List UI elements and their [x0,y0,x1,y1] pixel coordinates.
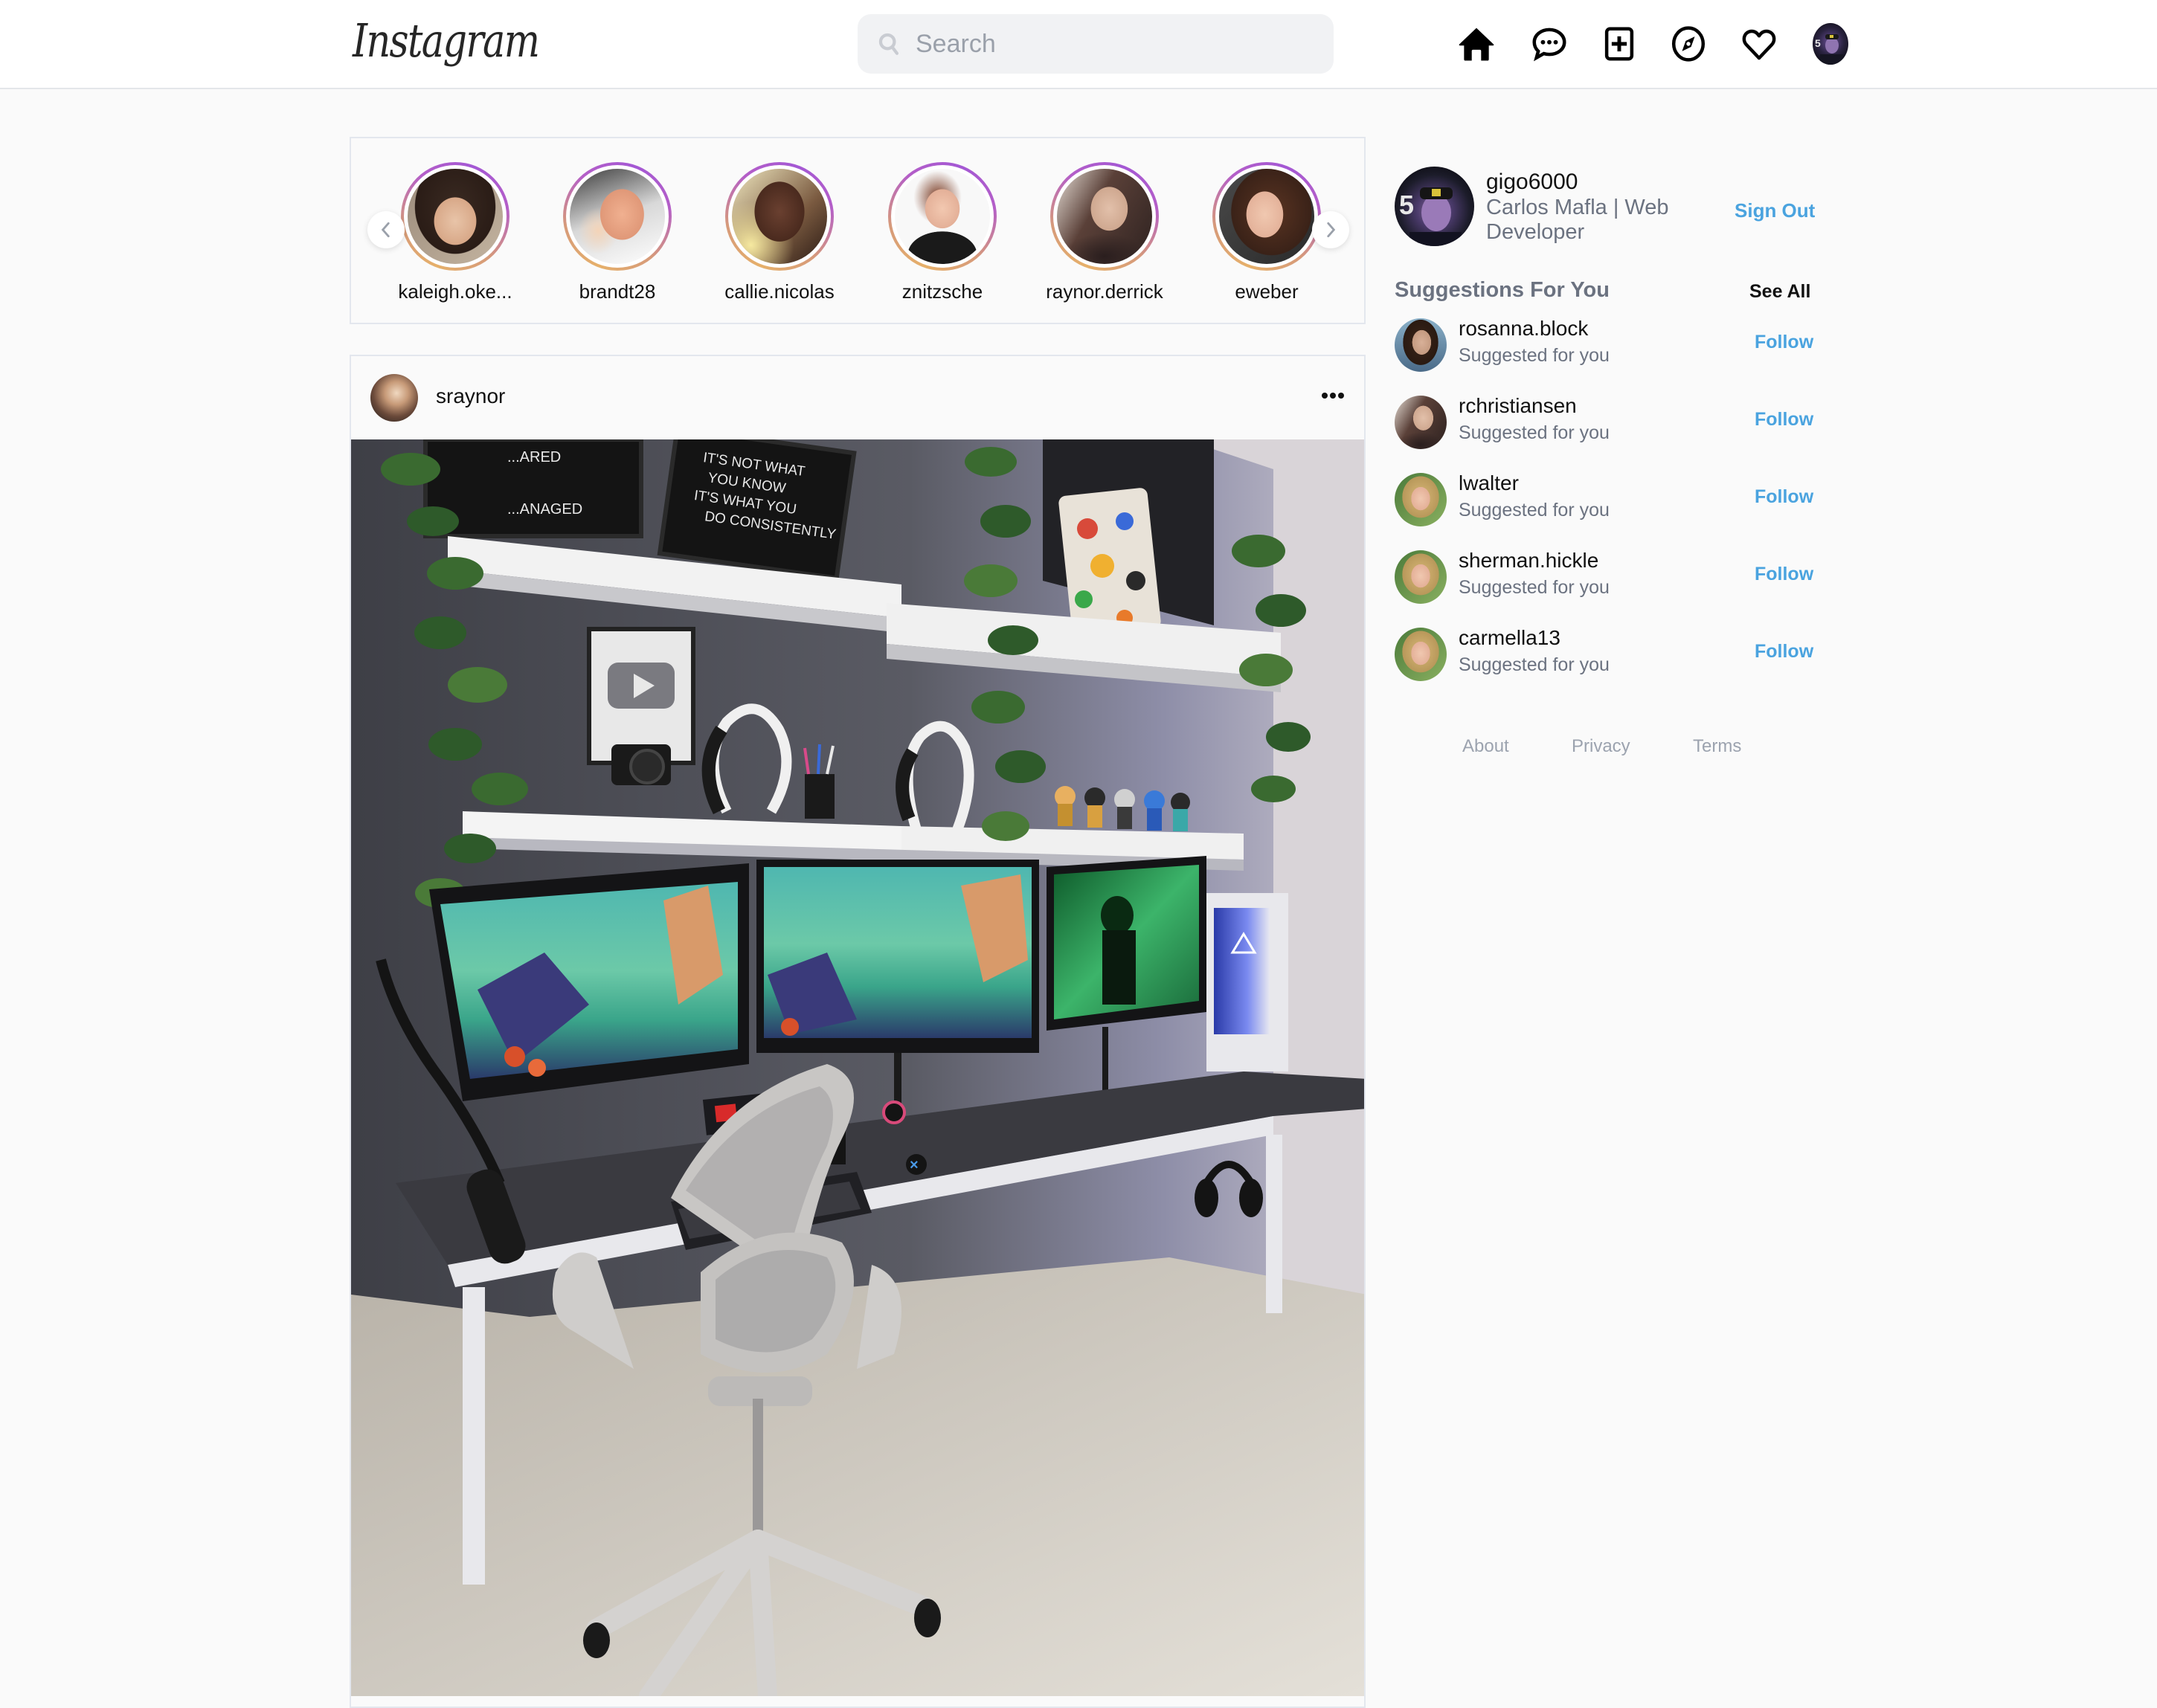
suggestion-avatar[interactable] [1395,396,1447,449]
story-avatar [732,169,827,264]
heart-icon [1742,29,1776,60]
footer-link-privacy[interactable]: Privacy [1572,736,1630,757]
chevron-left-icon [381,222,390,238]
explore-button[interactable] [1668,24,1708,64]
current-user-username[interactable]: gigo6000 [1486,170,1578,195]
suggestion-subtitle: Suggested for you [1459,345,1610,366]
pen-holder [805,774,835,819]
floor [351,1257,1364,1696]
footer-link-about[interactable]: About [1462,736,1509,757]
svg-text:5: 5 [1399,190,1414,220]
story-item[interactable]: brandt28 [543,162,692,303]
top-navbar: Instagram Search 5 [0,0,2157,89]
story-ring [1212,162,1321,271]
profile-avatar[interactable]: 5 [1813,23,1848,65]
current-user-bio: Carlos Mafla | Web Developer [1486,196,1669,244]
story-ring [401,162,509,271]
suggestion-item: rosanna.block Suggested for you Follow [1395,317,1830,376]
suggestions-heading: Suggestions For You [1395,278,1610,302]
messenger-icon [1532,28,1566,62]
activity-button[interactable] [1739,24,1779,64]
suggestion-username[interactable]: rchristiansen [1459,394,1577,418]
story-ring [1050,162,1159,271]
story-username: kaleigh.oke... [398,280,512,303]
suggestion-username[interactable]: carmella13 [1459,626,1560,650]
story-ring [563,162,672,271]
suggestion-avatar[interactable] [1395,318,1447,372]
avatar-image-icon: 5 [1815,34,1844,65]
story-item[interactable]: raynor.derrick [1030,162,1179,303]
follow-button[interactable]: Follow [1755,641,1813,663]
chevron-right-icon [1327,222,1336,238]
compass-icon [1671,26,1706,62]
suggestion-subtitle: Suggested for you [1459,577,1610,598]
story-item[interactable]: callie.nicolas [705,162,854,303]
search-input[interactable] [916,14,1317,74]
right-sidebar: 5 gigo6000 Carlos Mafla | Web Developer … [1383,149,1830,818]
post-author-username[interactable]: sraynor [436,384,505,408]
svg-text:5: 5 [1815,37,1821,49]
more-horizontal-icon[interactable] [1318,384,1348,407]
see-all-link[interactable]: See All [1749,281,1810,303]
desk-leg [463,1287,485,1585]
desk-leg [1266,1135,1282,1313]
monitor-left [429,863,749,1101]
post-image[interactable]: ...ARED ...ANAGED IT'S NOT WHAT YOU KNOW… [351,439,1364,1696]
story-username: callie.nicolas [724,280,835,303]
suggestion-item: lwalter Suggested for you Follow [1395,471,1830,531]
suggestion-item: sherman.hickle Suggested for you Follow [1395,549,1830,608]
story-ring [888,162,997,271]
story-item[interactable]: znitzsche [868,162,1017,303]
stories-prev-button[interactable] [367,211,405,248]
messages-button[interactable] [1529,24,1569,64]
story-username: brandt28 [579,280,656,303]
search-icon [878,33,899,55]
plus-square-icon [1604,27,1634,61]
story-avatar [1057,169,1152,264]
post-header: sraynor [351,356,1364,439]
avatar-image-icon: 5 [1399,187,1462,246]
story-username: eweber [1235,280,1299,303]
pc-tower [1206,893,1288,1071]
stories-tray: kaleigh.oke... brandt28 callie.nicolas z… [350,137,1366,324]
stories-next-button[interactable] [1312,211,1349,248]
suggestion-username[interactable]: sherman.hickle [1459,549,1598,573]
suggestion-subtitle: Suggested for you [1459,500,1610,521]
suggestion-username[interactable]: rosanna.block [1459,317,1588,341]
story-username: znitzsche [901,280,983,303]
suggestion-avatar[interactable] [1395,550,1447,604]
post-card: sraynor ...ARED ...ANAGED IT'S NOT WHAT … [350,355,1366,1708]
story-avatar [895,169,990,264]
story-avatar [570,169,665,264]
letterboard-left-line-1: ...ARED [507,449,561,465]
instagram-logo[interactable]: Instagram [353,13,540,68]
suggestion-avatar[interactable] [1395,628,1447,681]
sign-out-button[interactable]: Sign Out [1735,199,1815,222]
story-ring [725,162,834,271]
follow-button[interactable]: Follow [1755,409,1813,431]
search-bar[interactable] [858,14,1334,74]
footer-link-terms[interactable]: Terms [1693,736,1741,757]
home-icon [1459,28,1494,61]
suggestion-subtitle: Suggested for you [1459,422,1610,443]
story-avatar [408,169,503,264]
suggestion-avatar[interactable] [1395,473,1447,526]
suggestion-username[interactable]: lwalter [1459,471,1519,495]
current-user-avatar[interactable]: 5 [1395,167,1474,246]
suggestion-item: rchristiansen Suggested for you Follow [1395,394,1830,454]
post-author-avatar[interactable] [370,374,418,422]
follow-button[interactable]: Follow [1755,332,1813,353]
story-username: raynor.derrick [1046,280,1163,303]
desk-setup-photo: ...ARED ...ANAGED IT'S NOT WHAT YOU KNOW… [351,439,1364,1696]
letterboard-left-line-2: ...ANAGED [507,501,582,518]
follow-button[interactable]: Follow [1755,486,1813,508]
svg-text:×: × [910,1157,919,1173]
home-button[interactable] [1456,24,1497,64]
story-avatar [1219,169,1314,264]
suggestion-item: carmella13 Suggested for you Follow [1395,626,1830,686]
suggestion-subtitle: Suggested for you [1459,654,1610,675]
coaster [882,1100,906,1124]
new-post-button[interactable] [1599,24,1639,64]
follow-button[interactable]: Follow [1755,564,1813,585]
